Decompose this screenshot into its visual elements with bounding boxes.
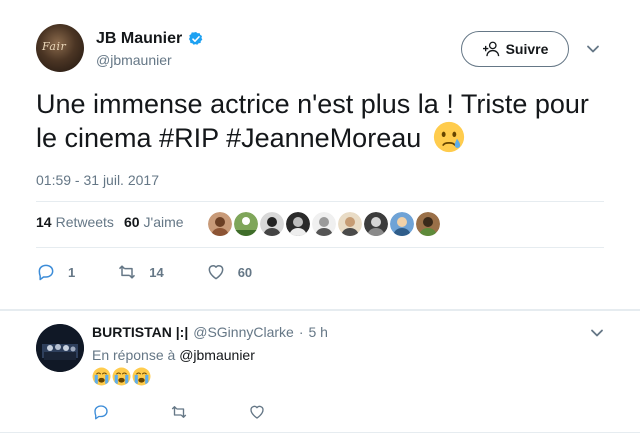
divider — [36, 247, 604, 248]
reply-action[interactable]: 1 — [36, 262, 75, 282]
reply-author-handle[interactable]: @SGinnyClarke — [193, 324, 294, 340]
likes-count: 60 — [123, 214, 140, 230]
liker-avatar[interactable] — [208, 212, 232, 236]
reply-context-mention[interactable]: @jbmaunier — [179, 347, 255, 363]
reply-author-name[interactable]: BURTISTAN |:| — [92, 324, 188, 340]
author-avatar[interactable]: Fair — [36, 24, 84, 72]
liker-avatar[interactable] — [234, 212, 258, 236]
retweets-label: Retweets — [55, 214, 114, 230]
reply-context-prefix: En réponse à — [92, 347, 176, 363]
reply-tweet[interactable]: BURTISTAN |:| @SGinnyClarke · 5 h En rép… — [0, 311, 640, 433]
like-count: 60 — [237, 264, 253, 280]
loudly-crying-face-icon — [92, 367, 111, 386]
follow-user-icon — [482, 41, 499, 57]
reply-context: En réponse à @jbmaunier — [92, 347, 255, 363]
like-action[interactable]: 60 — [206, 262, 252, 282]
tweet-text: Une immense actrice n'est plus la ! Tris… — [36, 87, 606, 155]
heart-icon[interactable] — [248, 403, 266, 421]
liker-avatar[interactable] — [364, 212, 388, 236]
crying-face-icon — [433, 121, 464, 153]
heart-icon — [208, 265, 224, 280]
liker-avatar[interactable] — [286, 212, 310, 236]
reply-count: 1 — [68, 264, 76, 280]
author-handle[interactable]: @jbmaunier — [96, 52, 172, 68]
follow-button[interactable]: Suivre — [461, 31, 569, 67]
likes-label: J'aime — [143, 214, 184, 230]
liker-avatar[interactable] — [390, 212, 414, 236]
liker-avatar[interactable] — [260, 212, 284, 236]
reply-tweet-actions — [92, 403, 326, 421]
liker-avatar[interactable] — [416, 212, 440, 236]
retweet-count: 14 — [149, 264, 164, 280]
tweet-actions: 1 14 60 — [36, 262, 294, 282]
reply-time[interactable]: 5 h — [308, 324, 327, 340]
avatar-logo-text: Fair — [42, 40, 67, 53]
loudly-crying-face-icon — [132, 367, 151, 386]
verified-icon — [189, 32, 203, 45]
retweet-icon — [119, 265, 136, 279]
reply-icon[interactable] — [92, 403, 110, 421]
author-name-text[interactable]: JB Maunier — [96, 30, 182, 48]
follow-button-label: Suivre — [505, 41, 549, 57]
retweets-stat[interactable]: 14 Retweets — [36, 214, 114, 230]
retweet-icon[interactable] — [170, 403, 188, 421]
reply-icon — [38, 264, 54, 281]
liker-avatar[interactable] — [312, 212, 336, 236]
tweet-text-body: Une immense actrice n'est plus la ! Tris… — [36, 89, 589, 153]
divider — [36, 201, 604, 202]
retweets-count: 14 — [36, 214, 52, 230]
retweet-action[interactable]: 14 — [117, 262, 164, 282]
tweet-stats: 14 Retweets 60 J'aime — [36, 214, 194, 230]
reply-header: BURTISTAN |:| @SGinnyClarke · 5 h — [92, 324, 328, 340]
chevron-down-icon[interactable] — [590, 326, 604, 340]
likes-stat[interactable]: 60 J'aime — [124, 214, 184, 230]
main-tweet: Fair JB Maunier @jbmaunier Suivre Une im… — [0, 0, 640, 309]
loudly-crying-face-icon — [112, 367, 131, 386]
tweet-timestamp[interactable]: 01:59 - 31 juil. 2017 — [36, 172, 159, 188]
reply-text — [92, 367, 151, 386]
reply-author-avatar[interactable] — [36, 324, 84, 372]
likers-avatars — [208, 212, 440, 236]
reply-separator-dot: · — [298, 324, 304, 340]
liker-avatar[interactable] — [338, 212, 362, 236]
author-name[interactable]: JB Maunier — [96, 30, 204, 48]
chevron-down-icon[interactable] — [586, 42, 600, 56]
